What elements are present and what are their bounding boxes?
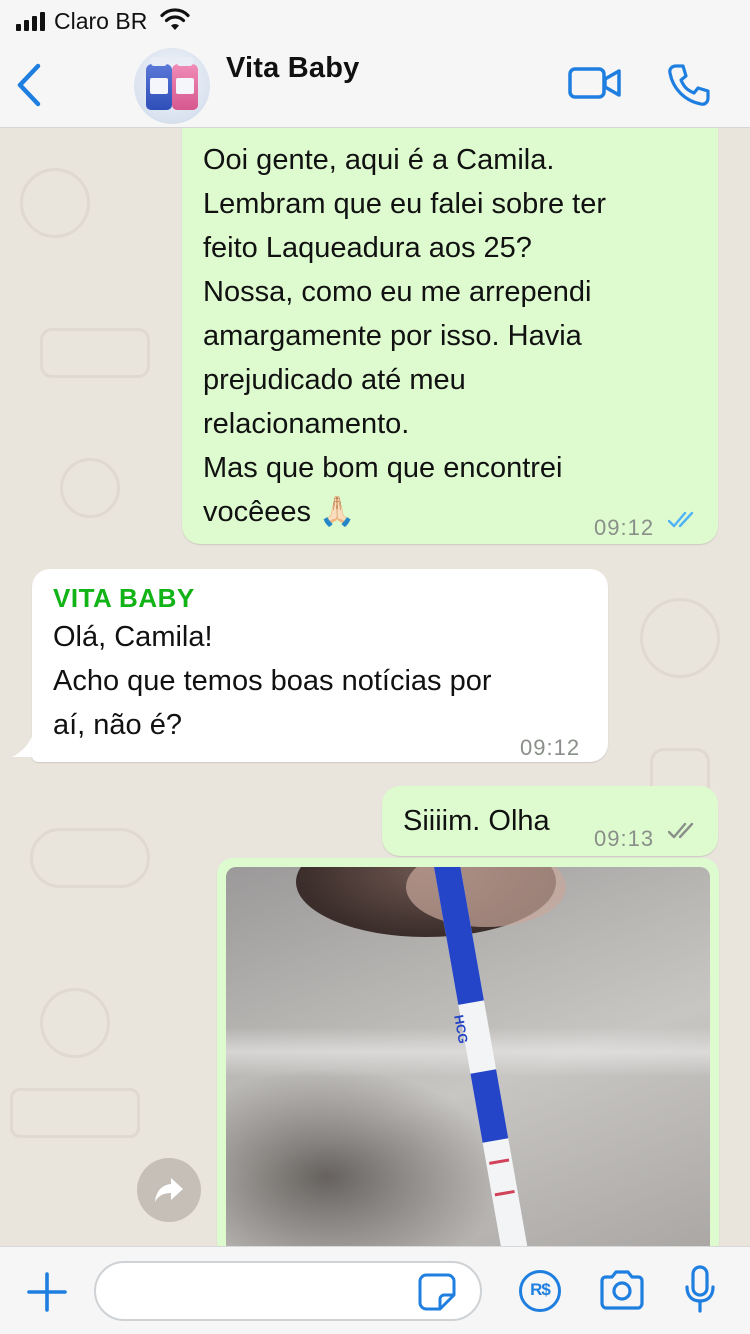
phone-icon[interactable] [666, 62, 712, 108]
payment-label: R$ [530, 1280, 551, 1299]
forward-button[interactable] [137, 1158, 201, 1222]
sender-name: VITA BABY [53, 583, 195, 613]
message-time: 09:13 [594, 826, 655, 851]
message-incoming[interactable]: VITA BABY Olá, Camila! Acho que temos bo… [32, 569, 608, 762]
camera-icon[interactable] [598, 1269, 646, 1311]
double-check-icon [668, 511, 694, 528]
pregnancy-test-photo[interactable]: HCG [226, 867, 710, 1246]
mic-icon[interactable] [684, 1265, 716, 1315]
status-bar: Claro BR [0, 0, 750, 42]
message-text-line: Acho que temos boas notícias por [53, 665, 492, 697]
signal-icon [16, 12, 45, 31]
forward-icon [155, 1178, 183, 1202]
message-text-line: prejudicado até meu [203, 364, 466, 396]
carrier-name: Claro BR [54, 8, 148, 34]
message-text-line: Lembram que eu falei sobre ter [203, 188, 606, 220]
message-text-line: relacionamento. [203, 408, 410, 440]
input-bar: R$ [0, 1246, 750, 1334]
plus-icon[interactable] [26, 1271, 68, 1313]
payment-icon[interactable]: R$ [518, 1269, 562, 1313]
message-text-line: Ooi gente, aqui é a Camila. [203, 144, 555, 176]
message-time: 09:12 [520, 735, 581, 760]
contact-name[interactable]: Vita Baby [226, 52, 359, 85]
message-text-line: Olá, Camila! [53, 621, 213, 653]
message-outgoing[interactable]: Siiiim. Olha 09:13 [382, 786, 718, 856]
message-text-line: Nossa, como eu me arrependi [203, 276, 592, 308]
message-text-line: aí, não é? [53, 709, 182, 741]
back-icon[interactable] [14, 62, 44, 108]
message-text-line: amargamente por isso. Havia [203, 320, 582, 352]
message-time: 09:12 [594, 515, 655, 540]
message-text-line: feito Laqueadura aos 25? [203, 232, 532, 264]
video-call-icon[interactable] [568, 66, 622, 100]
wifi-icon [160, 8, 190, 30]
message-text-line: Mas que bom que encontrei [203, 452, 563, 484]
sticker-icon[interactable] [418, 1273, 456, 1311]
message-outgoing[interactable]: Ooi gente, aqui é a Camila. Lembram que … [182, 128, 718, 544]
message-image[interactable]: HCG [217, 858, 719, 1246]
chat-area[interactable]: Ooi gente, aqui é a Camila. Lembram que … [0, 128, 750, 1246]
contact-avatar[interactable] [134, 48, 210, 124]
double-check-icon [668, 822, 694, 839]
strip-label: HCG [451, 1013, 471, 1045]
chat-header: Vita Baby [0, 42, 750, 128]
message-text: Siiiim. Olha [403, 805, 550, 837]
